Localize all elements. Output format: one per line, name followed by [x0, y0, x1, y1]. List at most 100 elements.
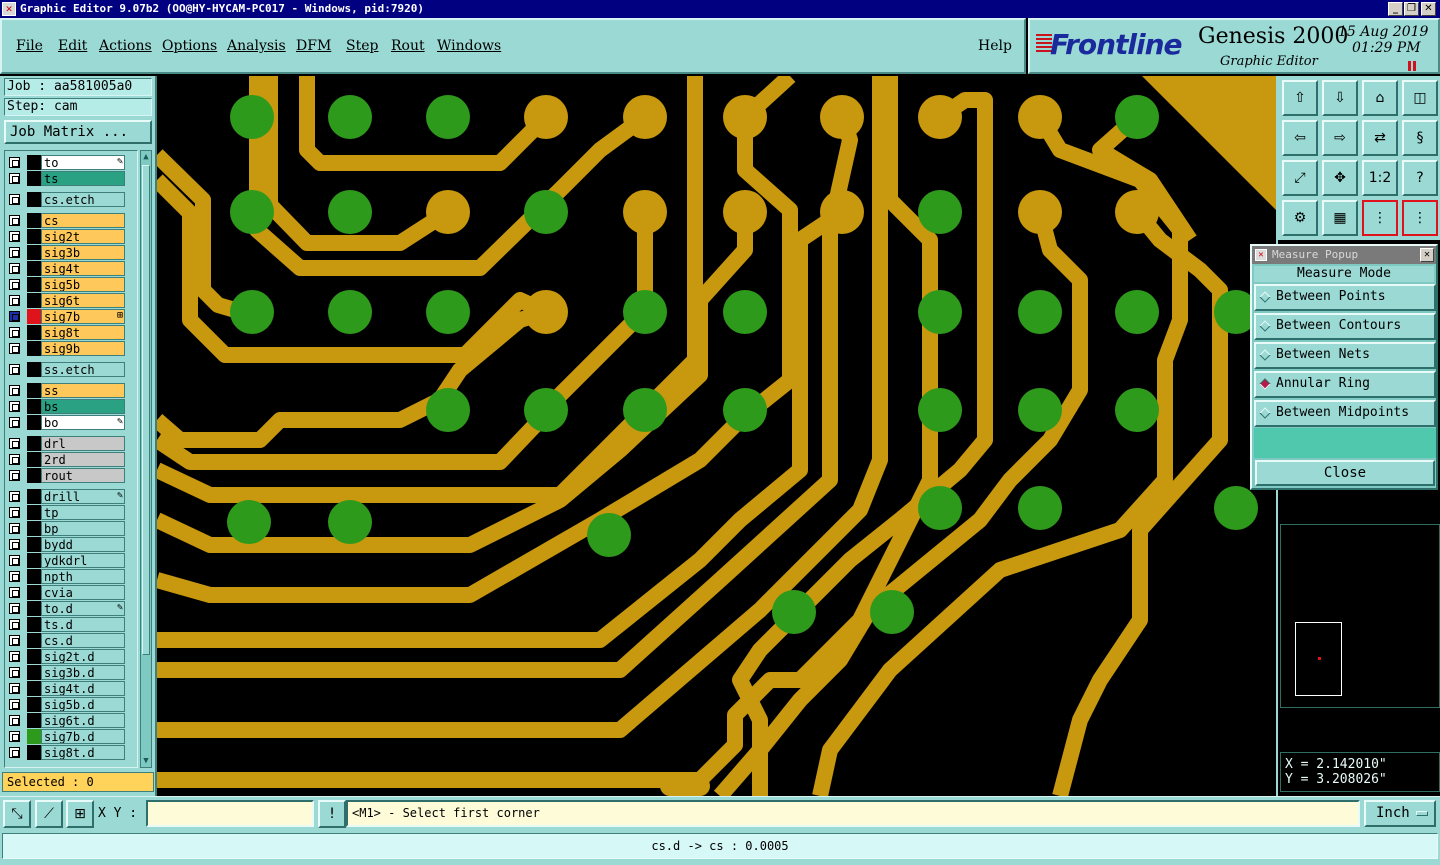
layer-name[interactable]: sig5b	[41, 277, 125, 292]
layer-name[interactable]: sig6t.d	[41, 713, 125, 728]
overview-map[interactable]	[1280, 524, 1440, 708]
swap-icon[interactable]: ⇄	[1362, 120, 1398, 156]
layer-row-ss[interactable]: ss	[7, 383, 129, 398]
layer-checkbox[interactable]	[9, 263, 20, 274]
zoom-box-icon[interactable]: ⤡	[3, 800, 31, 828]
menu-help[interactable]: Help	[978, 38, 1012, 54]
layer-row-2rd[interactable]: 2rd	[7, 452, 129, 467]
layer-name[interactable]: ts	[41, 171, 125, 186]
layer-color-swatch[interactable]	[27, 192, 41, 207]
layer-name[interactable]: sig3b	[41, 245, 125, 260]
pan-icon[interactable]: ✥	[1322, 160, 1358, 196]
layer-name[interactable]: cs.etch	[41, 192, 125, 207]
layer-row-npth[interactable]: npth	[7, 569, 129, 584]
layer-row-ydkdrl[interactable]: ydkdrl	[7, 553, 129, 568]
down-arrow-icon[interactable]: ⇩	[1322, 80, 1358, 116]
layer-row-sig8t[interactable]: sig8t	[7, 325, 129, 340]
layer-row-cs.etch[interactable]: cs.etch	[7, 192, 129, 207]
layer-color-swatch[interactable]	[27, 745, 41, 760]
layer-color-swatch[interactable]	[27, 245, 41, 260]
close-button[interactable]: ✕	[1421, 2, 1436, 16]
layer-checkbox[interactable]	[9, 401, 20, 412]
layer-color-swatch[interactable]	[27, 697, 41, 712]
layer-checkbox[interactable]	[9, 311, 20, 322]
home-icon[interactable]: ⌂	[1362, 80, 1398, 116]
layer-name[interactable]: 2rd	[41, 452, 125, 467]
layer-name[interactable]: ss	[41, 383, 125, 398]
layer-color-swatch[interactable]	[27, 617, 41, 632]
layer-color-swatch[interactable]	[27, 229, 41, 244]
layer-name[interactable]: cs	[41, 213, 125, 228]
layer-name[interactable]: to	[41, 155, 125, 170]
graphic-canvas[interactable]	[157, 76, 1276, 796]
layer-checkbox[interactable]	[9, 651, 20, 662]
layer-checkbox[interactable]	[9, 667, 20, 678]
layer-checkbox[interactable]	[9, 385, 20, 396]
xy-input[interactable]	[146, 800, 314, 827]
layer-row-sig8t.d[interactable]: sig8t.d	[7, 745, 129, 760]
menu-rout[interactable]: Rout	[391, 38, 425, 54]
layer-row-sig7b.d[interactable]: sig7b.d	[7, 729, 129, 744]
layer-color-swatch[interactable]	[27, 155, 41, 170]
layer-color-swatch[interactable]	[27, 415, 41, 430]
layer-color-swatch[interactable]	[27, 309, 41, 324]
scroll-up-icon[interactable]: ▲	[141, 151, 151, 163]
layer-color-swatch[interactable]	[27, 729, 41, 744]
layer-row-sig7b[interactable]: sig7b ⊞	[7, 309, 129, 324]
layer-color-swatch[interactable]	[27, 325, 41, 340]
layer-row-sig4t[interactable]: sig4t	[7, 261, 129, 276]
layer-color-swatch[interactable]	[27, 681, 41, 696]
right-arrow-icon[interactable]: ⇨	[1322, 120, 1358, 156]
layer-name[interactable]: sig8t	[41, 325, 125, 340]
layer-row-rout[interactable]: rout	[7, 468, 129, 483]
unit-select[interactable]: Inch	[1364, 800, 1436, 827]
settings-icon[interactable]: ⚙	[1282, 200, 1318, 236]
layer-checkbox[interactable]	[9, 507, 20, 518]
layer-row-cs[interactable]: cs	[7, 213, 129, 228]
layer-checkbox[interactable]	[9, 603, 20, 614]
layer-checkbox[interactable]	[9, 279, 20, 290]
scroll-down-icon[interactable]: ▼	[141, 755, 151, 767]
layer-checkbox[interactable]	[9, 194, 20, 205]
layer-row-cs.d[interactable]: cs.d	[7, 633, 129, 648]
layer-name[interactable]: tp	[41, 505, 125, 520]
layer-checkbox[interactable]	[9, 364, 20, 375]
layer-checkbox[interactable]	[9, 215, 20, 226]
home-up-icon[interactable]: ⇧	[1282, 80, 1318, 116]
layer-row-tp[interactable]: tp	[7, 505, 129, 520]
layer-checkbox[interactable]	[9, 571, 20, 582]
layer-checkbox[interactable]	[9, 343, 20, 354]
layer-name[interactable]: cvia	[41, 585, 125, 600]
layer-color-swatch[interactable]	[27, 383, 41, 398]
layer-color-swatch[interactable]	[27, 585, 41, 600]
layer-name[interactable]: sig3b.d	[41, 665, 125, 680]
option-annular-ring[interactable]: Annular Ring	[1254, 371, 1436, 398]
layer-checkbox[interactable]	[9, 327, 20, 338]
layer-checkbox[interactable]	[9, 683, 20, 694]
layer-row-sig3b.d[interactable]: sig3b.d	[7, 665, 129, 680]
layer-checkbox[interactable]	[9, 635, 20, 646]
layer-checkbox[interactable]	[9, 699, 20, 710]
popup-close-icon[interactable]: ✕	[1420, 248, 1434, 262]
menu-dfm[interactable]: DFM	[296, 38, 331, 54]
option-between-contours[interactable]: Between Contours	[1254, 313, 1436, 340]
popup-close-button[interactable]: Close	[1255, 460, 1435, 486]
layer-row-bydd[interactable]: bydd	[7, 537, 129, 552]
layer-row-sig9b[interactable]: sig9b	[7, 341, 129, 356]
layer-row-to[interactable]: to ✎	[7, 155, 129, 170]
layer-color-swatch[interactable]	[27, 452, 41, 467]
layer-name[interactable]: ydkdrl	[41, 553, 125, 568]
layer-color-swatch[interactable]	[27, 553, 41, 568]
job-matrix-button[interactable]: Job Matrix ...	[4, 120, 152, 144]
layer-color-swatch[interactable]	[27, 362, 41, 377]
layers-a-icon[interactable]: ⋮	[1362, 200, 1398, 236]
layer-name[interactable]: bo	[41, 415, 125, 430]
layer-name[interactable]: sig5b.d	[41, 697, 125, 712]
pause-icon[interactable]	[1408, 60, 1418, 71]
layer-name[interactable]: sig7b.d	[41, 729, 125, 744]
layer-color-swatch[interactable]	[27, 505, 41, 520]
layer-row-drill[interactable]: drill ✎	[7, 489, 129, 504]
layer-color-swatch[interactable]	[27, 649, 41, 664]
layer-color-swatch[interactable]	[27, 601, 41, 616]
layer-name[interactable]: sig4t	[41, 261, 125, 276]
